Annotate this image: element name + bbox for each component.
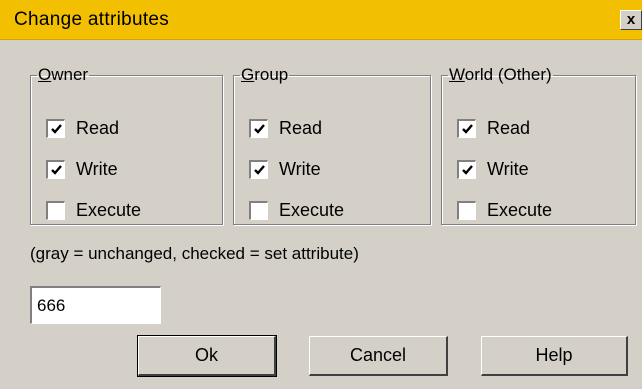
dialog-title: Change attributes <box>14 9 170 30</box>
checkbox-box[interactable] <box>248 158 269 180</box>
check-icon <box>254 123 265 134</box>
checkbox-label: Read <box>76 117 120 138</box>
help-button[interactable]: Help <box>481 336 628 376</box>
checkbox-label: Read <box>487 117 531 138</box>
checkbox-box[interactable] <box>248 117 269 139</box>
world-group: World (Other) Read Write Execute <box>441 65 636 225</box>
checkbox-label: Write <box>279 158 321 179</box>
owner-group: Owner Read Write Execute <box>30 65 223 225</box>
checkbox-label: Write <box>76 158 118 179</box>
close-icon[interactable]: x <box>620 10 642 30</box>
group-read-checkbox[interactable]: Read <box>248 115 323 141</box>
world-read-checkbox[interactable]: Read <box>456 115 531 141</box>
cancel-button[interactable]: Cancel <box>309 336 448 376</box>
check-icon <box>462 164 473 175</box>
check-icon <box>462 123 473 134</box>
octal-mode-input[interactable] <box>30 286 161 324</box>
checkbox-box[interactable] <box>45 158 66 180</box>
group-group: Group Read Write Execute <box>233 65 431 225</box>
checkbox-box[interactable] <box>248 199 269 221</box>
owner-execute-checkbox[interactable]: Execute <box>45 197 142 223</box>
check-icon <box>51 164 62 175</box>
owner-legend: Owner <box>38 65 89 84</box>
checkbox-box[interactable] <box>456 199 477 221</box>
owner-write-checkbox[interactable]: Write <box>45 156 118 182</box>
owner-read-checkbox[interactable]: Read <box>45 115 120 141</box>
checkbox-box[interactable] <box>456 158 477 180</box>
hint-text: (gray = unchanged, checked = set attribu… <box>30 244 359 263</box>
check-icon <box>254 164 265 175</box>
world-write-checkbox[interactable]: Write <box>456 156 529 182</box>
checkbox-label: Execute <box>279 199 345 220</box>
checkbox-label: Execute <box>487 199 553 220</box>
ok-button[interactable]: Ok <box>137 335 277 377</box>
group-execute-checkbox[interactable]: Execute <box>248 197 345 223</box>
world-legend: World (Other) <box>449 65 552 84</box>
check-icon <box>51 123 62 134</box>
group-write-checkbox[interactable]: Write <box>248 156 321 182</box>
change-attributes-dialog: Change attributes x Owner Read Write Exe… <box>0 0 642 389</box>
checkbox-label: Write <box>487 158 529 179</box>
title-bar[interactable]: Change attributes x <box>0 0 642 40</box>
checkbox-label: Read <box>279 117 323 138</box>
checkbox-box[interactable] <box>45 199 66 221</box>
world-execute-checkbox[interactable]: Execute <box>456 197 553 223</box>
checkbox-label: Execute <box>76 199 142 220</box>
checkbox-box[interactable] <box>45 117 66 139</box>
group-legend: Group <box>241 65 289 84</box>
checkbox-box[interactable] <box>456 117 477 139</box>
